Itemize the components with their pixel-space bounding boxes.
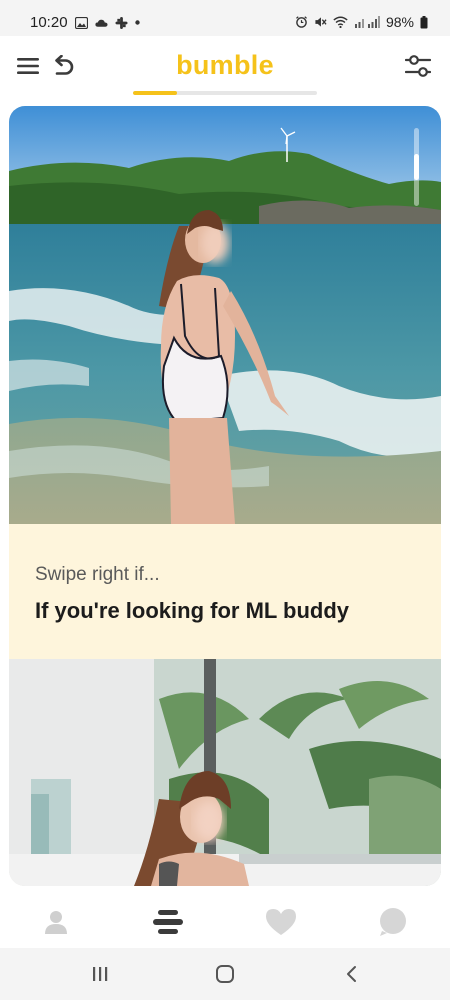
profile-card[interactable]: Swipe right if... If you're looking for … [9,106,441,886]
home-button[interactable] [211,962,239,986]
profile-icon [45,911,67,934]
slack-icon [115,16,128,29]
cloud-icon [94,19,108,27]
chat-icon [380,908,406,936]
alarm-icon [296,16,307,28]
status-left: 10:20 [30,14,140,31]
status-time: 10:20 [30,14,68,31]
app-logo: bumble [176,50,274,80]
nav-discover[interactable] [150,906,186,938]
mute-icon [315,17,327,27]
status-right: 98% [295,14,428,30]
prompt-answer: If you're looking for ML buddy [35,598,350,623]
dot-icon [134,20,140,25]
prompt-label: Swipe right if... [35,564,160,585]
discover-icon [153,910,183,934]
profile-photo-indoor[interactable] [9,659,441,886]
system-nav [0,948,450,1000]
profile-content[interactable]: Swipe right if... If you're looking for … [0,102,450,898]
nav-likes[interactable] [263,906,299,938]
recent-apps-icon [93,967,108,981]
likes-icon [266,909,296,935]
status-bar: 10:20 98% [0,0,450,36]
profile-progress-fill [133,91,178,95]
nav-profile[interactable] [38,906,74,938]
photo-scroll-indicator [414,128,419,206]
filter-button[interactable] [404,52,432,80]
bottom-nav [0,898,450,948]
app-header: bumble [0,36,450,102]
nav-chat[interactable] [375,906,411,938]
profile-prompt: Swipe right if... If you're looking for … [9,524,441,659]
wifi-icon [333,16,348,28]
recent-apps-button[interactable] [86,962,114,986]
back-button[interactable] [338,962,366,986]
filter-icon [405,55,431,77]
home-icon [216,965,234,983]
gallery-icon [74,16,88,29]
photo-scroll-thumb [414,153,419,180]
profile-progress [133,91,317,95]
back-icon [347,966,356,982]
battery-percent: 98% [385,14,414,30]
signal-icon [354,16,380,28]
battery-icon [420,15,428,28]
profile-photo-beach[interactable] [9,106,441,524]
